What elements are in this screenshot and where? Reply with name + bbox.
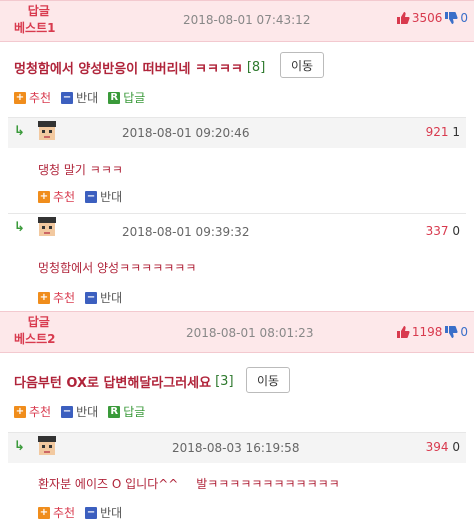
oppose-button[interactable]: − 반대 — [85, 188, 122, 205]
recommend-label: 추천 — [53, 506, 76, 520]
reply-up-count[interactable]: 337 — [426, 224, 449, 238]
up-count: 1198 — [411, 325, 443, 339]
reply-text: 멍청함에서 양성ㅋㅋㅋㅋㅋㅋㅋ — [38, 261, 197, 275]
thumbs-down-icon[interactable] — [444, 11, 458, 25]
recommend-label: 추천 — [53, 190, 76, 204]
reply-actions: + 추천 − 반대 — [38, 188, 122, 205]
oppose-label: 반대 — [76, 91, 99, 105]
reply-date: 2018-08-01 09:39:32 — [122, 225, 250, 239]
best-label-line1: 답글 — [27, 315, 50, 329]
reply-arrow-icon: ↳ — [14, 124, 25, 139]
best-label-line1: 답글 — [27, 4, 50, 18]
reply-date: 2018-08-03 16:19:58 — [172, 441, 300, 455]
move-button[interactable]: 이동 — [246, 367, 290, 393]
minus-icon: − — [85, 506, 98, 519]
post-title-text: 다음부턴 OX로 답변해달라그러세요 — [14, 376, 212, 391]
up-count: 3506 — [411, 11, 443, 25]
down-count: 0 — [460, 325, 468, 339]
reply-date: 2018-08-01 09:20:46 — [122, 126, 250, 140]
post-actions-2: + 추천 − 반대 R 답글 — [14, 403, 145, 420]
post-title-2: 다음부턴 OX로 답변해달라그러세요 [3] — [14, 372, 234, 391]
minus-icon: − — [61, 405, 74, 418]
reply-actions: + 추천 − 반대 — [38, 289, 122, 306]
recommend-label: 추천 — [53, 291, 76, 305]
recommend-button[interactable]: + 추천 — [38, 504, 75, 521]
oppose-button[interactable]: − 반대 — [85, 504, 122, 521]
post-title-text: 멍청함에서 양성반응이 떠버리네 ㅋㅋㅋㅋ — [14, 62, 243, 77]
vote-box: 3506 0 — [396, 11, 468, 25]
oppose-button[interactable]: − 반대 — [61, 403, 98, 420]
reply-text-tail: 발ㅋㅋㅋㅋㅋㅋㅋㅋㅋㅋㅋㅋ — [196, 477, 340, 491]
oppose-label: 반대 — [100, 291, 123, 305]
reply-item: ↳ 2018-08-03 16:19:58 394 0 환자분 에이즈 O 입니… — [8, 432, 466, 523]
reply-up-count[interactable]: 921 — [426, 125, 449, 139]
reply-label: 답글 — [123, 91, 146, 105]
plus-icon: + — [38, 506, 50, 519]
reply-r-icon: R — [108, 91, 121, 104]
best-label-line2: 베스트1 — [14, 21, 56, 35]
down-count: 0 — [460, 11, 468, 25]
move-button[interactable]: 이동 — [280, 52, 324, 78]
oppose-label: 반대 — [76, 405, 99, 419]
recommend-button[interactable]: + 추천 — [14, 89, 51, 106]
reply-count[interactable]: [8] — [247, 60, 265, 75]
minus-icon: − — [61, 91, 74, 104]
vote-box: 1198 0 — [396, 325, 468, 339]
oppose-button[interactable]: − 반대 — [61, 89, 98, 106]
post-actions-1: + 추천 − 반대 R 답글 — [14, 89, 145, 106]
recommend-button[interactable]: + 추천 — [38, 289, 75, 306]
plus-icon: + — [38, 291, 50, 304]
thumbs-down-icon[interactable] — [444, 325, 458, 339]
reply-vote: 394 0 — [426, 440, 460, 454]
best-label-2: 답글 베스트2 — [14, 314, 55, 348]
oppose-label: 반대 — [100, 190, 123, 204]
reply-item: ↳ 2018-08-01 09:39:32 337 0 멍청함에서 양성ㅋㅋㅋㅋ… — [8, 213, 466, 308]
minus-icon: − — [85, 291, 98, 304]
recommend-label: 추천 — [29, 91, 52, 105]
recommend-button[interactable]: + 추천 — [14, 403, 51, 420]
post-date: 2018-08-01 07:43:12 — [183, 13, 311, 27]
minus-icon: − — [85, 190, 98, 203]
reply-r-icon: R — [108, 405, 121, 418]
reply-up-count[interactable]: 394 — [426, 440, 449, 454]
plus-icon: + — [38, 190, 50, 203]
reply-button[interactable]: R 답글 — [108, 403, 145, 420]
post-date: 2018-08-01 08:01:23 — [186, 326, 314, 340]
reply-text: 환자분 에이즈 O 입니다^^ 발ㅋㅋㅋㅋㅋㅋㅋㅋㅋㅋㅋㅋ — [38, 475, 340, 492]
reply-label: 답글 — [123, 405, 146, 419]
recommend-label: 추천 — [29, 405, 52, 419]
reply-vote: 921 1 — [426, 125, 460, 139]
best-reply-header-1: 답글 베스트1 2018-08-01 07:43:12 3506 0 — [0, 0, 474, 42]
reply-down-count[interactable]: 1 — [452, 125, 460, 139]
reply-count[interactable]: [3] — [215, 374, 233, 389]
recommend-button[interactable]: + 추천 — [38, 188, 75, 205]
best-label-1: 답글 베스트1 — [14, 3, 55, 37]
reply-text: 댕청 말기 ㅋㅋㅋ — [38, 163, 123, 177]
oppose-button[interactable]: − 반대 — [85, 289, 122, 306]
avatar — [38, 217, 56, 236]
avatar — [38, 121, 56, 140]
reply-text-main: 환자분 에이즈 O 입니다^^ — [38, 477, 179, 491]
reply-actions: + 추천 − 반대 — [38, 504, 122, 521]
reply-down-count[interactable]: 0 — [452, 224, 460, 238]
thumbs-up-icon[interactable] — [396, 325, 410, 339]
avatar — [38, 436, 56, 455]
post-title-1: 멍청함에서 양성반응이 떠버리네 ㅋㅋㅋㅋ [8] — [14, 58, 265, 77]
reply-button[interactable]: R 답글 — [108, 89, 145, 106]
reply-arrow-icon: ↳ — [14, 439, 25, 454]
plus-icon: + — [14, 405, 26, 418]
oppose-label: 반대 — [100, 506, 123, 520]
reply-vote: 337 0 — [426, 224, 460, 238]
thumbs-up-icon[interactable] — [396, 11, 410, 25]
reply-down-count[interactable]: 0 — [452, 440, 460, 454]
best-reply-header-2: 답글 베스트2 2018-08-01 08:01:23 1198 0 — [0, 311, 474, 353]
best-label-line2: 베스트2 — [14, 332, 56, 346]
reply-item: ↳ 2018-08-01 09:20:46 921 1 댕청 말기 ㅋㅋㅋ + … — [8, 117, 466, 207]
plus-icon: + — [14, 91, 26, 104]
reply-arrow-icon: ↳ — [14, 220, 25, 235]
